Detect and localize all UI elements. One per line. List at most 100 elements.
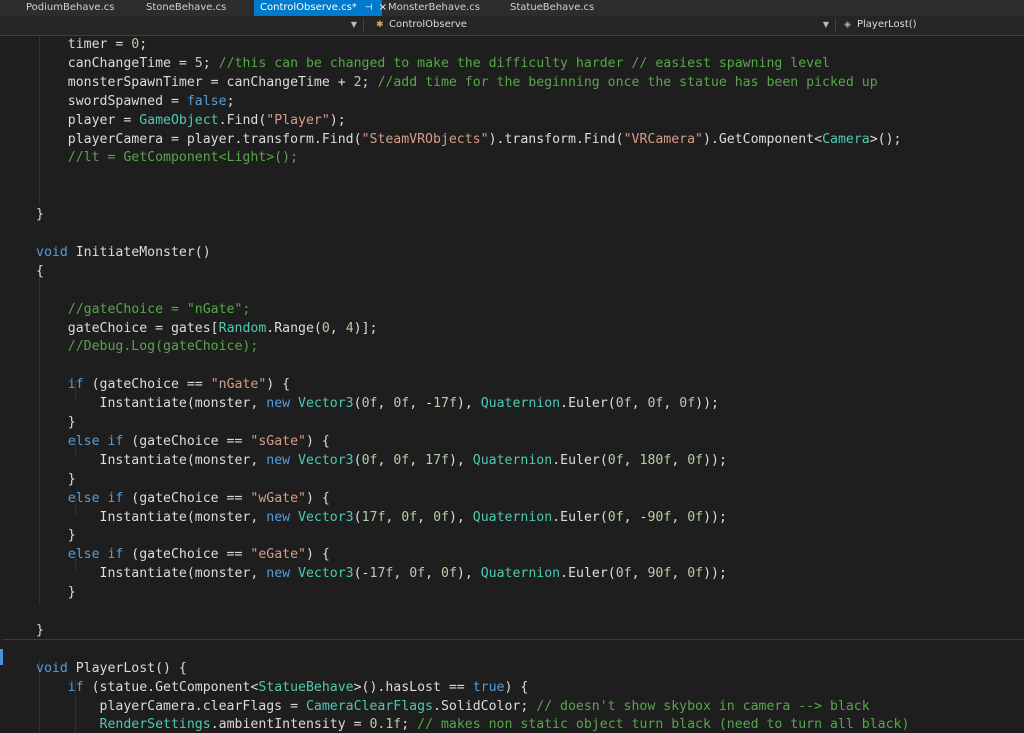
code-line[interactable]: gateChoice = gates[Random.Range(0, 4)]; [36, 319, 378, 338]
code-line[interactable]: Instantiate(monster, new Vector3(0f, 0f,… [36, 451, 727, 470]
code-token: else if [36, 433, 124, 449]
code-token: 90f [647, 566, 672, 582]
code-token: new [266, 452, 291, 468]
code-line[interactable]: else if (gateChoice == "eGate") { [36, 545, 330, 564]
code-line[interactable]: player = GameObject.Find("Player"); [36, 111, 346, 130]
code-token: else if [36, 547, 124, 563]
code-line[interactable]: else if (gateChoice == "sGate") { [36, 432, 330, 451]
code-line[interactable]: canChangeTime = 5; //this can be changed… [36, 54, 830, 73]
document-tab-bar: PodiumBehave.cs StoneBehave.cs ControlOb… [0, 0, 1024, 16]
project-dropdown[interactable]: ▼ [4, 18, 364, 32]
member-dropdown[interactable]: ◈ PlayerLost() [844, 18, 1024, 32]
code-token: Camera [822, 131, 870, 147]
code-token: (gateChoice == [123, 547, 251, 563]
code-line[interactable]: } [36, 470, 76, 489]
code-line[interactable]: monsterSpawnTimer = canChangeTime + 2; /… [36, 73, 878, 92]
code-line[interactable]: } [36, 205, 44, 224]
code-token: , - [623, 509, 648, 525]
code-line[interactable]: //Debug.Log(gateChoice); [36, 337, 259, 356]
code-token: else if [36, 490, 124, 506]
code-line[interactable]: Instantiate(monster, new Vector3(0f, 0f,… [36, 394, 719, 413]
code-token: ; [401, 717, 418, 733]
class-dropdown[interactable]: ✱ ControlObserve ▼ [376, 18, 836, 32]
code-token: gateChoice = gates[ [36, 320, 219, 336]
code-token: , [631, 396, 648, 412]
code-token: 0f [687, 509, 704, 525]
code-token: ( [353, 452, 362, 468]
code-line[interactable]: //lt = GetComponent<Light>(); [36, 148, 298, 167]
code-token: void [36, 244, 68, 260]
code-token: ) { [305, 547, 330, 563]
code-token: if [36, 679, 84, 695]
code-token: ; [139, 37, 148, 52]
tab-statue-behave[interactable]: StatueBehave.cs [504, 0, 614, 16]
code-token: )]; [353, 320, 378, 336]
code-token: "eGate" [250, 547, 306, 563]
code-token: >().hasLost == [353, 679, 473, 695]
code-token: Quaternion [472, 452, 553, 468]
code-token: 0f [393, 452, 410, 468]
code-line[interactable]: } [36, 583, 76, 602]
code-token: true [472, 679, 505, 695]
code-token: 2 [353, 74, 362, 90]
code-line[interactable]: else if (gateChoice == "wGate") { [36, 489, 330, 508]
navigation-bar: ▼ ✱ ControlObserve ▼ ◈ PlayerLost() [0, 16, 1024, 36]
code-line[interactable]: timer = 0; [36, 36, 147, 54]
code-line[interactable]: if (gateChoice == "nGate") { [36, 375, 290, 394]
tab-stone-behave[interactable]: StoneBehave.cs [140, 0, 252, 16]
code-token: )); [703, 566, 727, 582]
code-line[interactable]: } [36, 413, 76, 432]
code-line[interactable]: } [36, 526, 76, 545]
code-token: , [671, 509, 688, 525]
code-token: //gateChoice = "nGate"; [36, 301, 251, 317]
code-line[interactable]: void PlayerLost() { [36, 659, 187, 678]
tab-label: MonsterBehave.cs [388, 2, 480, 13]
code-token: false [186, 93, 227, 109]
code-editor[interactable]: timer = 0; canChangeTime = 5; //this can… [0, 36, 1024, 733]
change-marker [0, 649, 3, 665]
code-token: monsterSpawnTimer = canChangeTime + [36, 74, 354, 90]
code-line[interactable]: Instantiate(monster, new Vector3(17f, 0f… [36, 508, 727, 527]
tab-monster-behave[interactable]: MonsterBehave.cs [382, 0, 502, 16]
code-line[interactable]: swordSpawned = false; [36, 92, 235, 111]
code-token: 0f [401, 509, 418, 525]
code-token: ) { [305, 433, 330, 449]
code-token: .Euler( [552, 452, 608, 468]
code-line[interactable]: void InitiateMonster() [36, 243, 211, 262]
tab-control-observe[interactable]: ControlObserve.cs* ⊣ × [254, 0, 387, 16]
code-token: 0f [607, 452, 624, 468]
tab-podium-behave[interactable]: PodiumBehave.cs [20, 0, 138, 16]
code-token: Quaternion [480, 396, 561, 412]
code-token: 0.1f [369, 717, 402, 733]
code-token: 17f [425, 452, 449, 468]
pin-icon[interactable]: ⊣ [365, 3, 373, 13]
code-token: ) { [266, 377, 291, 393]
code-line[interactable]: } [36, 621, 44, 640]
code-token: ; [226, 93, 235, 109]
code-token: CameraClearFlags [305, 698, 433, 714]
code-line[interactable]: playerCamera = player.transform.Find("St… [36, 130, 902, 149]
code-token: )); [695, 396, 719, 412]
code-line[interactable]: //gateChoice = "nGate"; [36, 300, 251, 319]
code-token: if [36, 377, 84, 393]
code-token: playerCamera.clearFlags = [36, 698, 306, 714]
code-token: , [393, 566, 410, 582]
code-token: //this can be changed to make the diffic… [218, 55, 830, 71]
code-line[interactable]: playerCamera.clearFlags = CameraClearFla… [36, 697, 870, 716]
code-token: new [266, 509, 291, 525]
code-token: playerCamera = player.transform.Find( [36, 131, 362, 147]
code-token: , [623, 452, 640, 468]
code-line[interactable]: if (statue.GetComponent<StatueBehave>().… [36, 678, 529, 697]
code-token: (gateChoice == [123, 490, 251, 506]
code-token: ( [353, 396, 362, 412]
code-token: PlayerLost() { [67, 660, 187, 676]
code-token: //add time for the beginning once the st… [377, 74, 878, 90]
code-line[interactable]: { [36, 262, 44, 281]
code-line[interactable]: Instantiate(monster, new Vector3(-17f, 0… [36, 564, 727, 583]
code-token: .Euler( [560, 566, 616, 582]
code-token: Quaternion [472, 509, 553, 525]
code-token: Vector3 [298, 566, 354, 582]
code-line[interactable]: RenderSettings.ambientIntensity = 0.1f; … [36, 715, 910, 733]
code-token: , [409, 452, 426, 468]
code-token: ; [202, 55, 219, 71]
